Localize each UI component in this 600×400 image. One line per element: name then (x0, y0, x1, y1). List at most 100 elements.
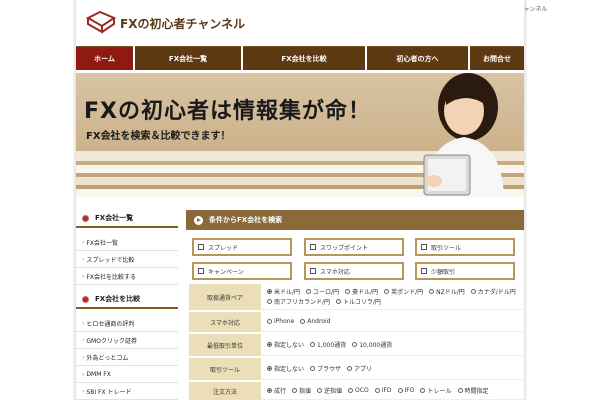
radio-option[interactable]: 指定しない (267, 340, 304, 349)
radio-label: 指値 (299, 388, 312, 395)
radio-icon (306, 289, 312, 294)
filter-row: 取引ツール 指定しない ブラウザ アプリ (189, 358, 524, 380)
radio-option[interactable]: トレール (420, 386, 452, 395)
sidebar-item[interactable]: › FX会社を比較する (76, 268, 178, 285)
sidebar-item[interactable]: › SBI FX トレード (76, 383, 178, 400)
radio-option[interactable]: ユーロ/円 (306, 287, 339, 296)
radio-option[interactable]: 時間指定 (457, 386, 489, 395)
radio-icon (317, 388, 323, 393)
radio-label: 10,000通貨 (359, 342, 393, 349)
radio-icon (470, 289, 476, 294)
filter-options: 指定しない ブラウザ アプリ (261, 358, 524, 380)
page-shadow-right (524, 0, 527, 400)
radio-option[interactable]: NZドル/円 (429, 287, 465, 296)
woman-with-tablet-image (423, 73, 504, 197)
radio-label: iPhone (274, 318, 295, 325)
radio-option[interactable]: 10,000通貨 (352, 340, 392, 349)
radio-icon (267, 289, 272, 294)
bullet-icon (82, 295, 89, 303)
radio-icon (292, 388, 298, 393)
radio-option[interactable]: 指値 (292, 386, 311, 395)
radio-label: トルコリラ/円 (343, 299, 381, 306)
radio-option[interactable]: 豪ドル/円 (345, 287, 378, 296)
nav-item-contact[interactable]: お問合せ (470, 46, 524, 70)
play-circle-icon (194, 215, 203, 225)
sidebar-item[interactable]: › GMOクリック証券 (76, 332, 178, 349)
sidebar-item[interactable]: › 外為どっとコム (76, 349, 178, 366)
radio-icon (310, 342, 316, 347)
site-logo[interactable]: FXの初心者チャンネル (86, 8, 245, 38)
radio-icon (429, 289, 435, 294)
radio-option[interactable]: 南アフリカランド/円 (267, 297, 330, 306)
filter-row: 取扱通貨ペア 米ドル/円 ユーロ/円 豪ドル/円 英ポンド/円 NZドル/円 カナダ/ドル円… (189, 284, 524, 310)
filter-label: 注文方法 (189, 382, 261, 400)
radio-option[interactable]: ブラウザ (310, 364, 341, 373)
chevron-right-icon: › (82, 353, 85, 361)
condition-checkbox[interactable]: 少額取引 (415, 262, 515, 280)
main-nav: ホーム FX会社一覧 FX会社を比較 初心者の方へ お問合せ (76, 46, 524, 70)
radio-icon (374, 388, 380, 393)
radio-label: ブラウザ (317, 366, 342, 373)
sidebar-item[interactable]: › FX会社一覧 (76, 234, 178, 251)
hero-title: FXの初心者は情報集が命！ (84, 99, 371, 124)
sidebar-heading-label: FX会社を比較 (95, 295, 141, 303)
radio-icon (267, 388, 272, 393)
radio-option[interactable]: トルコリラ/円 (336, 297, 381, 306)
radio-icon (267, 299, 272, 304)
radio-option[interactable]: IFO (397, 387, 414, 394)
radio-option[interactable]: Android (300, 318, 330, 325)
radio-option[interactable]: アプリ (347, 364, 372, 373)
condition-checkbox[interactable]: スプレッド (192, 238, 292, 256)
radio-option[interactable]: カナダ/ドル円 (470, 287, 516, 296)
radio-icon (384, 289, 390, 294)
condition-checkbox[interactable]: 取引ツール (415, 238, 515, 256)
chevron-right-icon: › (82, 238, 85, 246)
radio-label: 英ポンド/円 (391, 289, 424, 296)
radio-option[interactable]: 米ドル/円 (267, 287, 300, 296)
radio-label: OCO (355, 387, 369, 394)
checkbox-icon (310, 268, 316, 274)
radio-option[interactable]: 成行 (267, 386, 286, 395)
nav-item-fx-compare[interactable]: FX会社を比較 (243, 46, 365, 70)
filter-label: 最低取引単位 (189, 334, 261, 356)
radio-option[interactable]: 逆指値 (317, 386, 342, 395)
radio-label: 1,000通貨 (317, 342, 347, 349)
open-book-icon (86, 10, 116, 34)
radio-icon (348, 388, 354, 393)
condition-checkbox[interactable]: キャンペーン (192, 262, 292, 280)
radio-option[interactable]: iPhone (267, 318, 294, 325)
radio-label: Android (307, 318, 331, 325)
radio-label: 逆指値 (324, 388, 343, 395)
filter-options: 指定しない 1,000通貨 10,000通貨 (261, 334, 524, 356)
radio-label: 米ドル/円 (274, 289, 301, 296)
filter-options: iPhone Android (261, 312, 524, 332)
sidebar-item[interactable]: › スプレッドで比較 (76, 251, 178, 268)
condition-checkbox[interactable]: スマホ対応 (304, 262, 404, 280)
filter-label: 取引ツール (189, 358, 261, 380)
radio-label: トレール (427, 388, 452, 395)
nav-item-home[interactable]: ホーム (76, 46, 133, 70)
bullet-icon (82, 214, 89, 222)
condition-checkbox[interactable]: スワップポイント (304, 238, 404, 256)
search-heading: 条件からFX会社を検索 (186, 210, 524, 230)
chevron-right-icon: › (82, 336, 85, 344)
chevron-right-icon: › (82, 387, 85, 395)
radio-option[interactable]: OCO (348, 387, 369, 394)
checkbox-icon (421, 268, 427, 274)
filter-table: 取扱通貨ペア 米ドル/円 ユーロ/円 豪ドル/円 英ポンド/円 NZドル/円 カナダ/ドル円… (189, 284, 524, 400)
sidebar-item[interactable]: › ヒロセ通商の評判 (76, 315, 178, 332)
radio-option[interactable]: 1,000通貨 (310, 340, 346, 349)
filter-row: 最低取引単位 指定しない 1,000通貨 10,000通貨 (189, 334, 524, 356)
radio-icon (267, 342, 272, 347)
hero-banner: FXの初心者は情報集が命！ FX会社を検索＆比較できます！ (76, 73, 524, 197)
radio-icon (310, 366, 316, 371)
radio-icon (347, 366, 353, 371)
nav-item-fx-list[interactable]: FX会社一覧 (135, 46, 241, 70)
radio-option[interactable]: 英ポンド/円 (384, 287, 423, 296)
search-panel: 条件からFX会社を検索 スプレッド スワップポイント 取引ツール キャンペーン … (186, 210, 524, 400)
radio-option[interactable]: 指定しない (267, 364, 304, 373)
nav-item-beginners[interactable]: 初心者の方へ (367, 46, 468, 70)
radio-option[interactable]: IFD (374, 387, 392, 394)
sidebar-item[interactable]: › DMM FX (76, 366, 178, 383)
radio-icon (267, 366, 272, 371)
